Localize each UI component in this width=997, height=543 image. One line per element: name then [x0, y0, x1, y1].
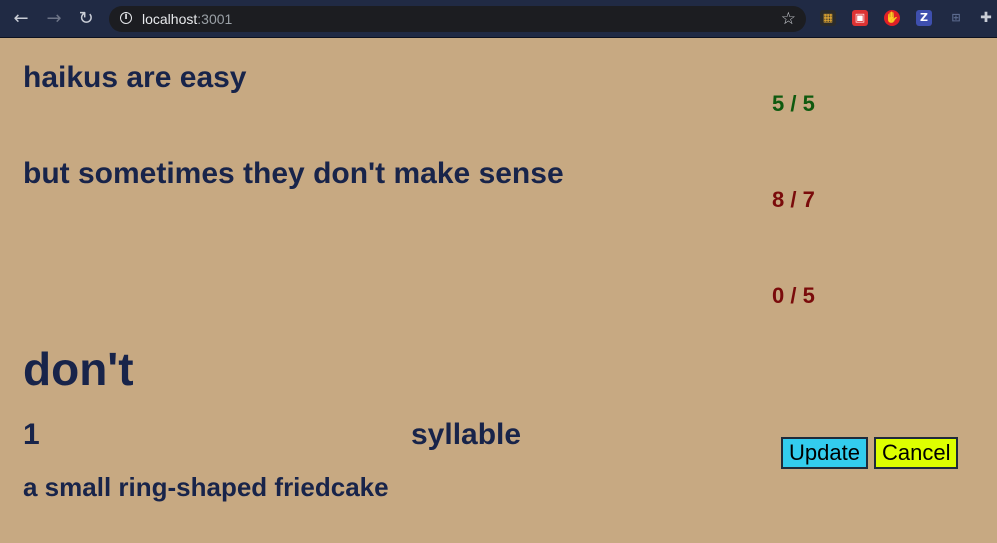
bookmark-star-icon[interactable]: ☆: [781, 8, 796, 30]
url-host: localhost: [142, 11, 198, 27]
browser-toolbar: ← → ↻ i localhost:3001 ☆ ▦ ▣ ✋ Z ⊞ ✚: [0, 0, 997, 38]
update-button[interactable]: Update: [781, 437, 868, 469]
extension-image-icon[interactable]: ▣: [852, 10, 868, 26]
address-bar[interactable]: i localhost:3001 ☆: [109, 6, 806, 32]
syllable-number[interactable]: 1: [23, 418, 40, 452]
extension-box-icon[interactable]: ⊞: [948, 10, 964, 26]
word-definition: a small ring-shaped friedcake: [23, 472, 389, 502]
syllable-count-line-3: 0 / 5: [772, 283, 815, 308]
info-icon[interactable]: i: [120, 12, 132, 24]
reload-icon[interactable]: ↻: [74, 7, 98, 31]
extensions-puzzle-icon[interactable]: ✚: [978, 10, 994, 26]
selected-word: don't: [23, 343, 134, 395]
extension-hand-icon[interactable]: ✋: [884, 10, 900, 26]
url-text[interactable]: localhost:3001: [142, 6, 232, 32]
syllable-count-line-1: 5 / 5: [772, 91, 815, 116]
forward-arrow-icon[interactable]: →: [42, 7, 66, 31]
syllable-label: syllable: [411, 418, 522, 451]
haiku-line-1[interactable]: haikus are easy: [23, 61, 247, 95]
extension-z-icon[interactable]: Z: [916, 10, 932, 26]
extension-grid-icon[interactable]: ▦: [820, 10, 836, 26]
cancel-button[interactable]: Cancel: [874, 437, 959, 469]
haiku-line-2[interactable]: but sometimes they don't make sense: [23, 157, 564, 191]
syllable-count-line-2: 8 / 7: [772, 187, 815, 212]
url-port: :3001: [197, 11, 233, 27]
back-arrow-icon[interactable]: ←: [9, 7, 33, 31]
